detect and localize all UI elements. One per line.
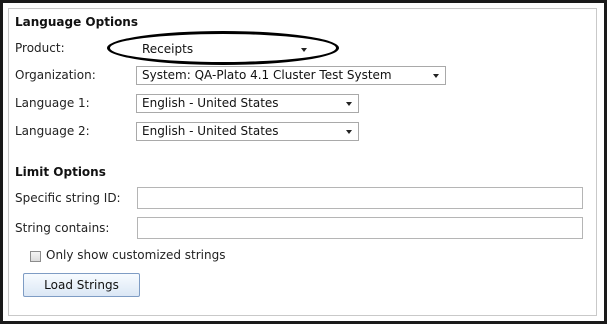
language2-label: Language 2: (15, 124, 90, 138)
load-strings-button[interactable]: Load Strings (23, 273, 140, 297)
limit-options-heading: Limit Options (15, 165, 106, 179)
product-select[interactable]: Receipts (136, 40, 314, 59)
specific-string-id-input[interactable] (137, 187, 583, 209)
only-customized-checkbox[interactable] (30, 251, 41, 262)
chevron-down-icon (301, 48, 307, 52)
language1-label: Language 1: (15, 96, 90, 110)
organization-select-value: System: QA-Plato 4.1 Cluster Test System (142, 68, 392, 82)
language-options-heading: Language Options (15, 15, 138, 29)
language1-select[interactable]: English - United States (136, 94, 359, 113)
language2-select-value: English - United States (142, 124, 279, 138)
language1-select-value: English - United States (142, 96, 279, 110)
organization-select[interactable]: System: QA-Plato 4.1 Cluster Test System (136, 66, 446, 85)
product-label: Product: (15, 41, 65, 55)
string-contains-label: String contains: (15, 221, 110, 235)
specific-string-id-label: Specific string ID: (15, 191, 121, 205)
screenshot-frame: Language Options Product: Receipts Organ… (0, 0, 607, 324)
load-strings-button-label: Load Strings (44, 278, 119, 292)
chevron-down-icon (346, 130, 352, 134)
string-contains-input[interactable] (137, 217, 583, 239)
chevron-down-icon (346, 102, 352, 106)
only-customized-label: Only show customized strings (46, 248, 226, 262)
language-options-panel: Language Options Product: Receipts Organ… (8, 8, 597, 316)
product-select-value: Receipts (142, 42, 194, 56)
chevron-down-icon (433, 74, 439, 78)
language2-select[interactable]: English - United States (136, 122, 359, 141)
organization-label: Organization: (15, 68, 96, 82)
